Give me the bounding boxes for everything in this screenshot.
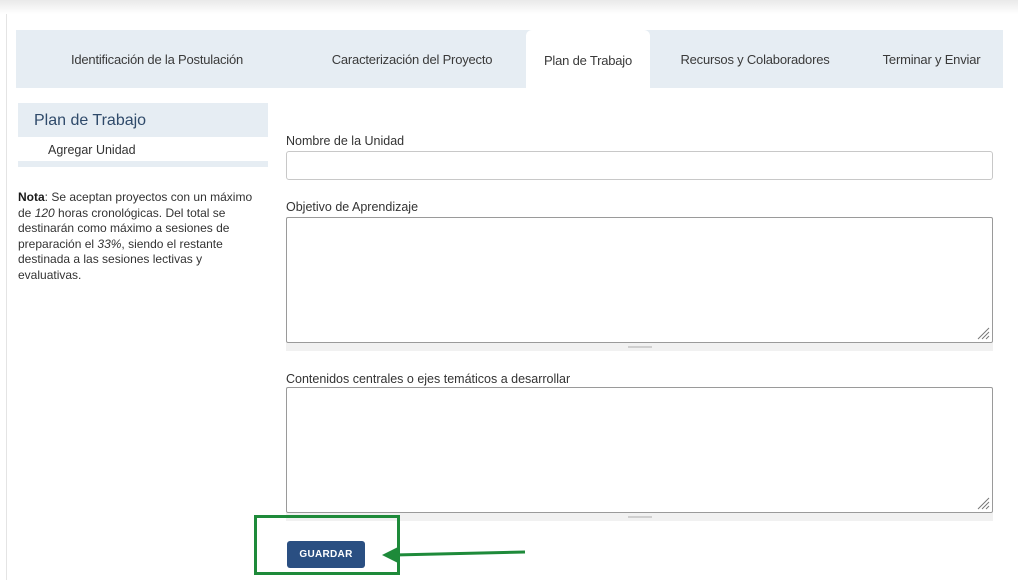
sidebar-title: Plan de Trabajo xyxy=(18,103,268,137)
save-button[interactable]: GUARDAR xyxy=(287,541,365,568)
tab-plan-de-trabajo[interactable]: Plan de Trabajo xyxy=(526,30,650,90)
tab-identificacion[interactable]: Identificación de la Postulación xyxy=(16,30,298,88)
objective-textarea[interactable] xyxy=(286,217,993,343)
note-hours: 120 xyxy=(34,205,55,220)
page: Identificación de la Postulación Caracte… xyxy=(0,0,1018,580)
tab-terminar-enviar[interactable]: Terminar y Enviar xyxy=(860,30,1003,88)
resize-grip-icon[interactable] xyxy=(976,496,990,510)
objective-resize-bar[interactable] xyxy=(286,343,993,351)
left-divider xyxy=(6,14,7,580)
resize-grip-icon[interactable] xyxy=(976,326,990,340)
top-shadow xyxy=(0,0,1018,14)
contents-label: Contenidos centrales o ejes temáticos a … xyxy=(286,372,571,386)
tab-recursos[interactable]: Recursos y Colaboradores xyxy=(650,30,860,88)
objective-label: Objetivo de Aprendizaje xyxy=(286,200,419,214)
contents-textarea[interactable] xyxy=(286,387,993,513)
note-bold-label: Nota xyxy=(18,190,45,204)
tab-bar: Identificación de la Postulación Caracte… xyxy=(16,30,1003,90)
note-text: Nota: Se aceptan proyectos con un máximo… xyxy=(18,190,268,283)
tab-caracterizacion[interactable]: Caracterización del Proyecto xyxy=(298,30,526,88)
sidebar-item-agregar-unidad[interactable]: Agregar Unidad xyxy=(18,137,268,167)
unit-name-label: Nombre de la Unidad xyxy=(286,134,405,148)
unit-name-input[interactable] xyxy=(286,151,993,180)
note-percent: 33% xyxy=(97,236,122,251)
arrow-left-icon xyxy=(382,547,526,563)
